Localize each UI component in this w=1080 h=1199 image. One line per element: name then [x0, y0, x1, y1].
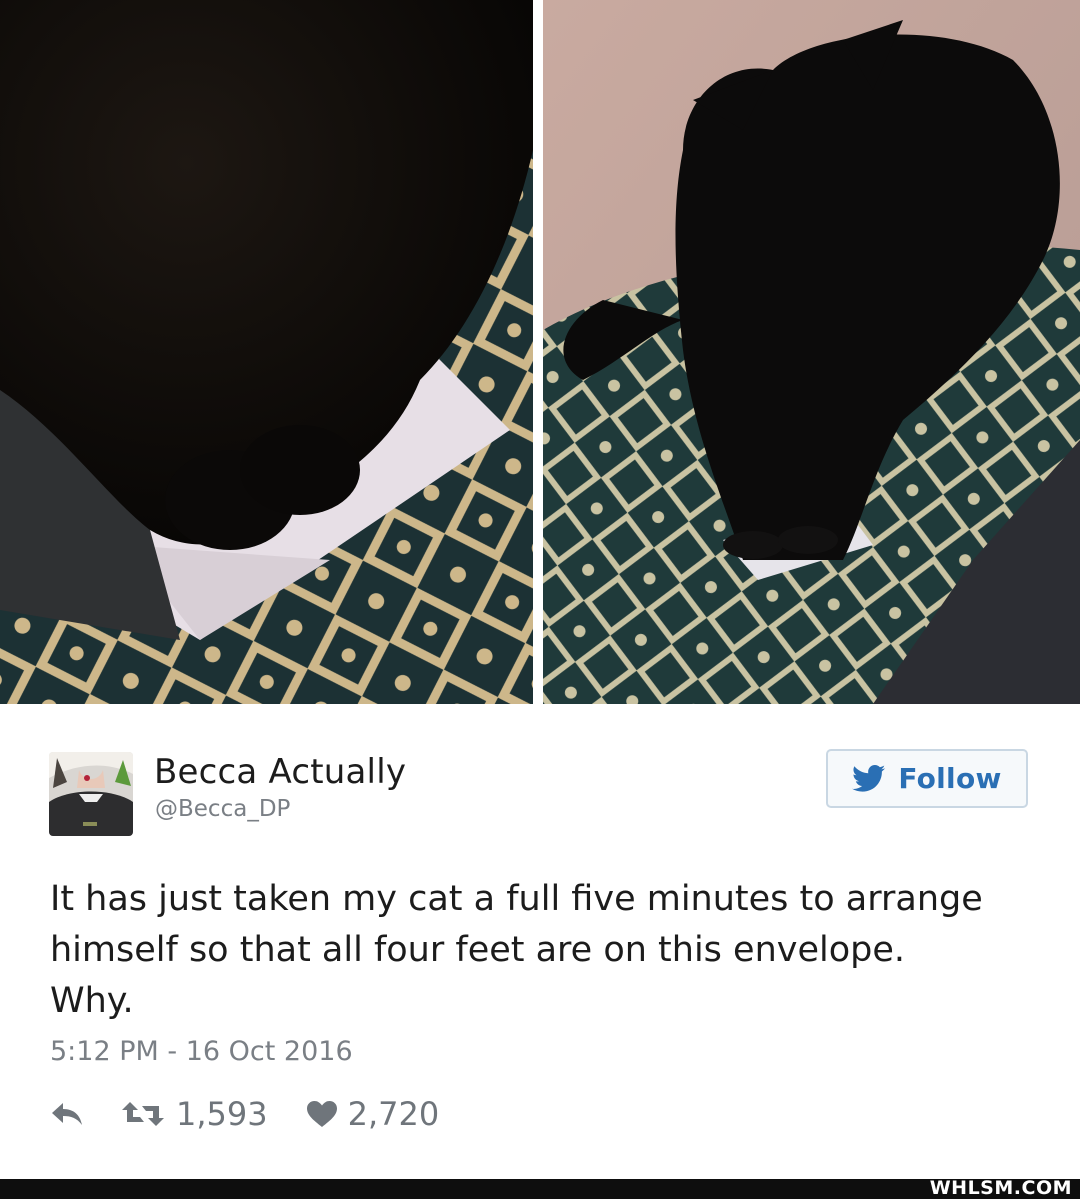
twitter-bird-icon — [852, 764, 886, 792]
tweet-timestamp[interactable]: 5:12 PM - 16 Oct 2016 — [50, 1036, 353, 1067]
cat-photo-closeup — [0, 0, 533, 704]
footer-bar: WHLSM.COM — [0, 1177, 1080, 1199]
retweet-button[interactable]: 1,593 — [120, 1095, 268, 1133]
cat-photo-sitting — [543, 0, 1080, 704]
retweet-count: 1,593 — [176, 1095, 268, 1133]
user-handle[interactable]: @Becca_DP — [155, 796, 290, 822]
follow-button[interactable]: Follow — [826, 749, 1028, 808]
retweet-icon — [122, 1102, 164, 1126]
watermark: WHLSM.COM — [929, 1177, 1072, 1199]
user-avatar[interactable] — [49, 752, 133, 836]
tweet-actions: 1,593 2,720 — [50, 1094, 439, 1134]
tweet-text: It has just taken my cat a full five min… — [50, 879, 983, 1021]
like-count: 2,720 — [347, 1095, 440, 1133]
heart-icon — [306, 1101, 337, 1127]
reply-icon — [52, 1103, 82, 1125]
follow-label: Follow — [898, 762, 1002, 795]
meme-page: Becca Actually @Becca_DP Follow It has j… — [0, 0, 1080, 1199]
photo-strip — [0, 0, 1080, 704]
like-button[interactable]: 2,720 — [306, 1095, 440, 1133]
display-name[interactable]: Becca Actually — [154, 752, 406, 792]
reply-button[interactable] — [50, 1101, 84, 1127]
tweet-card: Becca Actually @Becca_DP Follow It has j… — [0, 704, 1080, 1179]
